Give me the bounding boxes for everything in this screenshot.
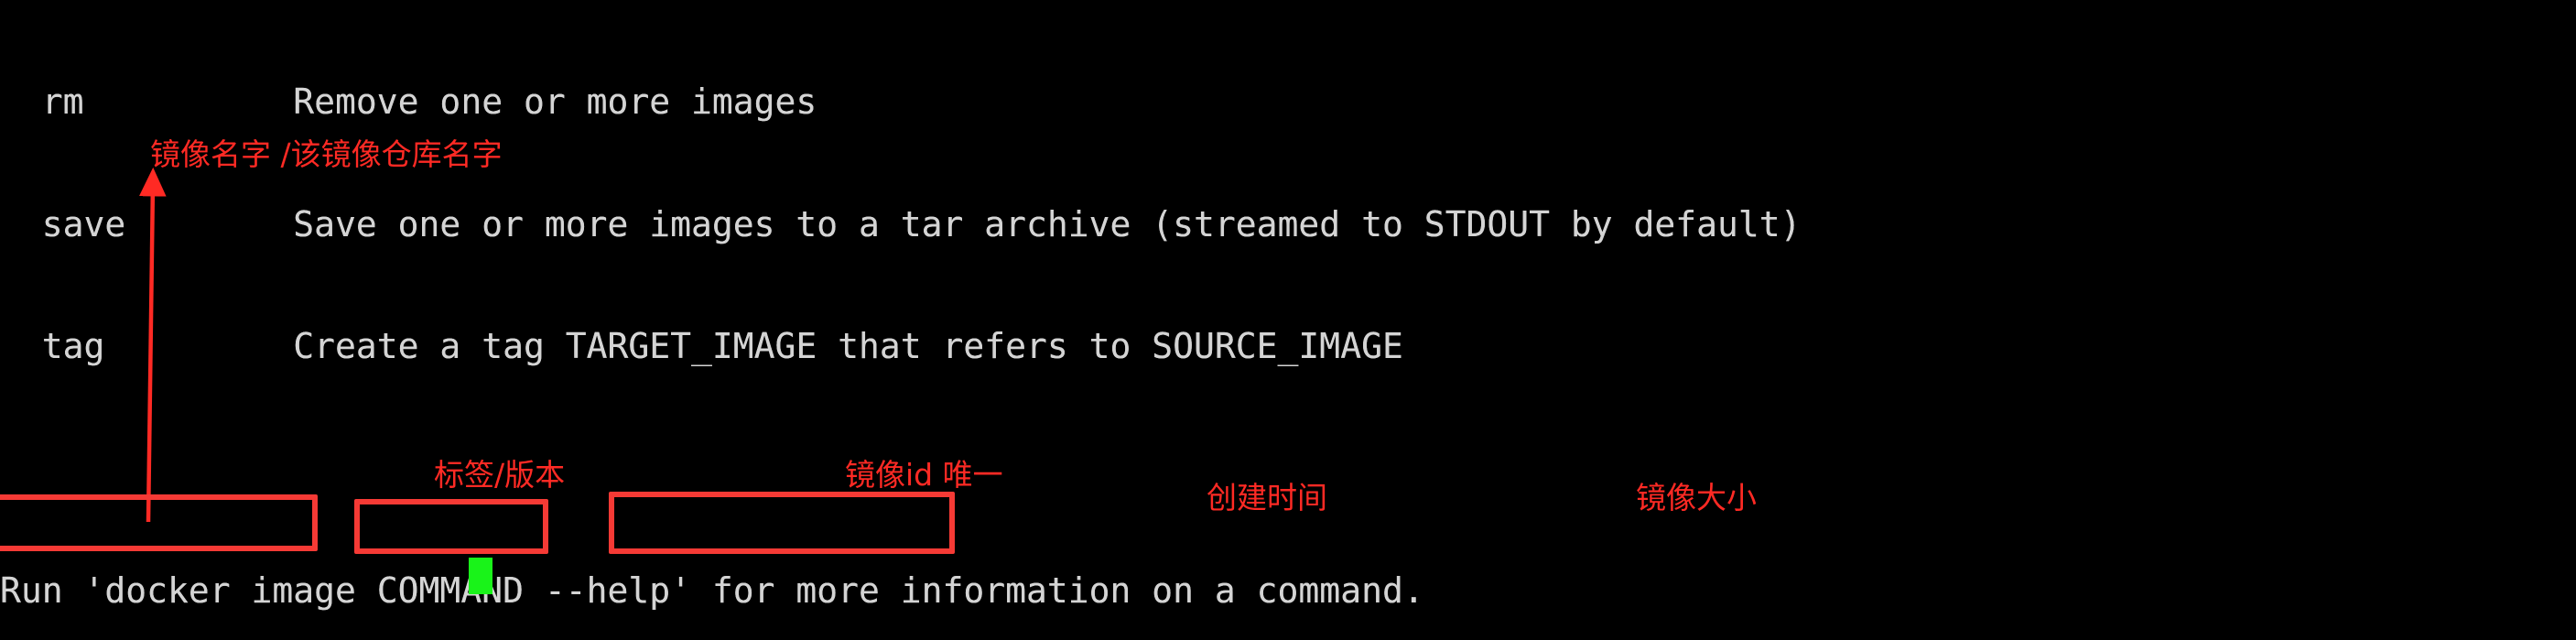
annotation-size-note: 镜像大小 [1636, 480, 1757, 515]
terminal-line-help-footer: Run 'docker image COMMAND --help' for mo… [0, 570, 1424, 611]
terminal-line-rm: rm Remove one or more images [0, 81, 817, 122]
terminal-cursor [469, 558, 492, 594]
annotation-created-note: 创建时间 [1207, 480, 1327, 515]
highlight-box-tag [354, 499, 548, 554]
terminal-line-tag: tag Create a tag TARGET_IMAGE that refer… [0, 326, 1403, 366]
highlight-box-repository [0, 494, 318, 551]
terminal-window[interactable]: rm Remove one or more images save Save o… [0, 0, 2576, 640]
annotation-repository-note: 镜像名字 /该镜像仓库名字 [150, 136, 503, 172]
highlight-box-image-id [609, 492, 955, 554]
annotation-tag-note: 标签/版本 [434, 457, 566, 493]
annotation-image-id-note: 镜像id 唯一 [845, 457, 1003, 493]
terminal-line-save: save Save one or more images to a tar ar… [0, 203, 1802, 244]
